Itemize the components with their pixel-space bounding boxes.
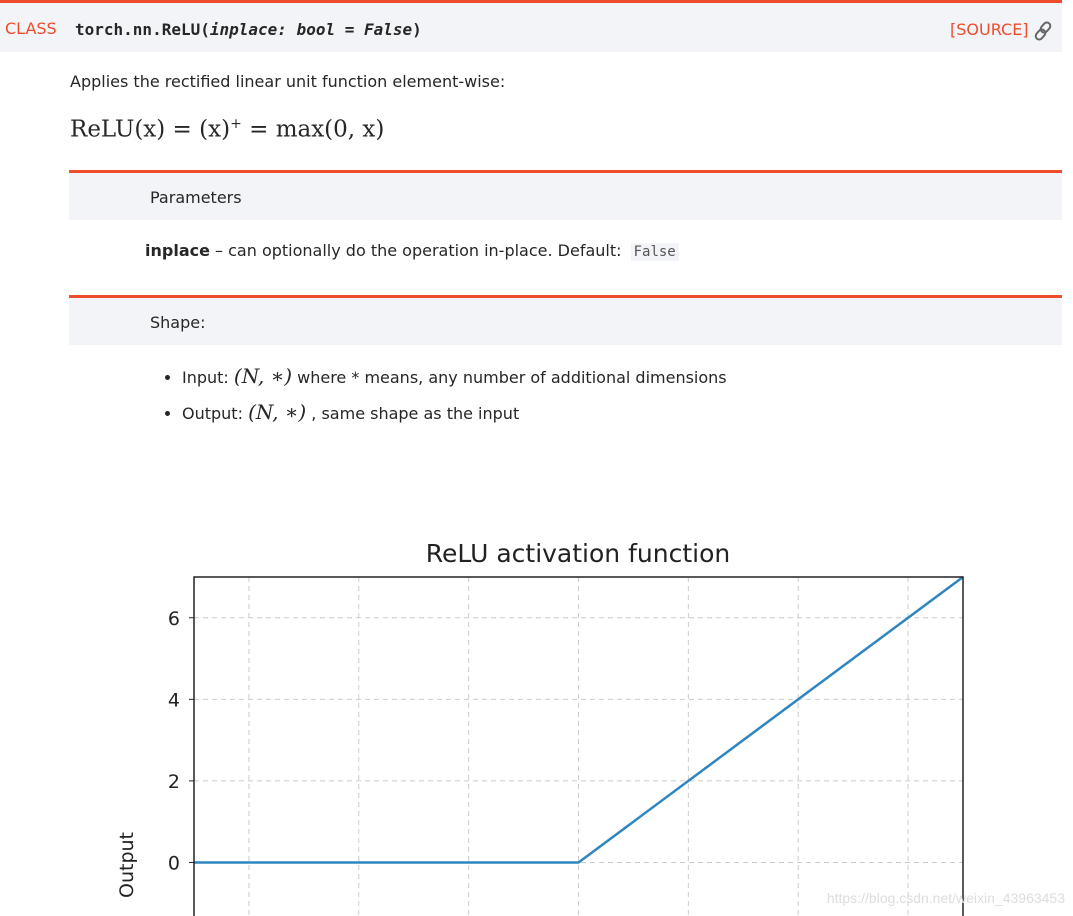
y-axis-label: Output [116, 832, 138, 898]
y-tick-label: 2 [168, 771, 180, 793]
relu-line [194, 575, 964, 864]
y-tick-label: 0 [168, 852, 180, 874]
relu-chart: ReLU activation function Output 0 2 4 6 htt… [116, 539, 1065, 916]
y-tick-label: 6 [168, 608, 180, 630]
chart-title: ReLU activation function [426, 539, 730, 568]
y-tick-label: 4 [168, 689, 180, 711]
watermark: https://blog.csdn.net/weixin_43963453 [827, 890, 1065, 906]
